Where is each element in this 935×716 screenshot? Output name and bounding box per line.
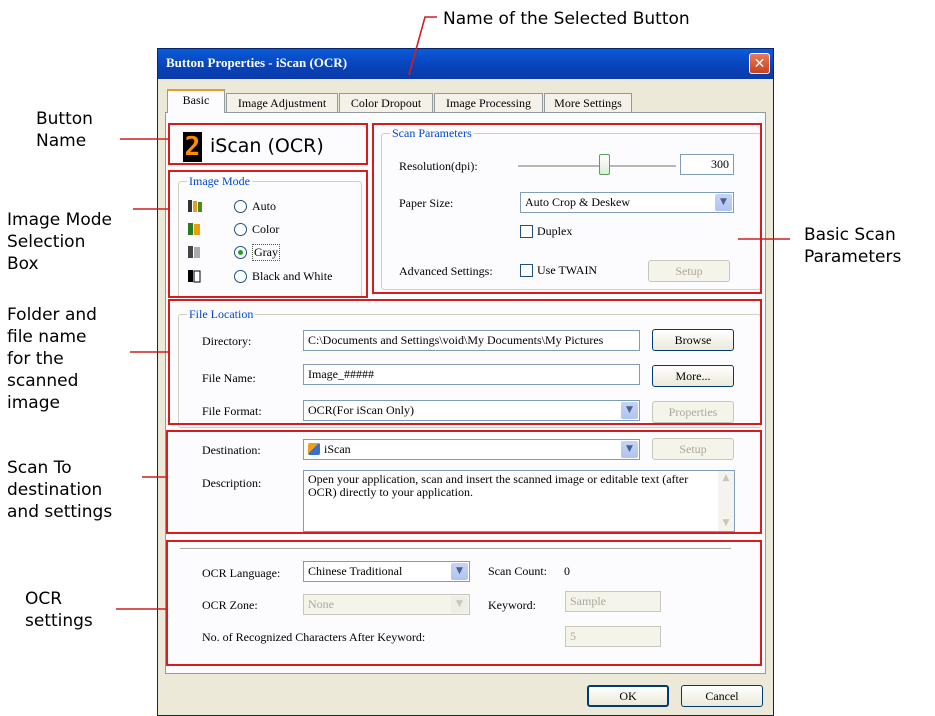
resolution-input[interactable]: 300 [680, 154, 734, 175]
browse-button[interactable]: Browse [652, 329, 734, 351]
radio-gray-label[interactable]: Gray [252, 244, 280, 261]
scroll-down-icon[interactable]: ▼ [718, 516, 734, 531]
radio-auto[interactable] [234, 200, 247, 213]
radio-color[interactable] [234, 223, 247, 236]
tab-more-settings[interactable]: More Settings [544, 93, 632, 112]
color-mode-icon [188, 222, 202, 236]
properties-button[interactable]: Properties [652, 401, 734, 423]
ocr-language-label: OCR Language: [202, 566, 281, 580]
description-text: Open your application, scan and insert t… [308, 472, 689, 499]
chevron-down-icon[interactable]: ▼ [715, 194, 732, 211]
chevron-down-icon[interactable]: ▼ [621, 402, 638, 419]
scroll-up-icon[interactable]: ▲ [718, 471, 734, 486]
tab-image-processing[interactable]: Image Processing [434, 93, 543, 112]
bw-mode-icon [188, 269, 202, 283]
annotation-button-name: Button Name [36, 109, 93, 151]
resolution-slider-thumb[interactable] [598, 154, 610, 175]
destination-dropdown[interactable]: iScan ▼ [303, 439, 640, 460]
radio-black-and-white[interactable] [234, 270, 247, 283]
use-twain-label[interactable]: Use TWAIN [537, 263, 597, 278]
paper-size-dropdown[interactable]: Auto Crop & Deskew ▼ [520, 192, 734, 213]
scan-count-label: Scan Count: [488, 564, 547, 578]
ocr-zone-value: None [308, 597, 334, 611]
annotation-basic-scan-parameters: Basic Scan Parameters [804, 225, 902, 267]
iscan-app-icon [308, 443, 320, 455]
keyword-label: Keyword: [488, 598, 536, 612]
description-scrollbar[interactable]: ▲ ▼ [718, 471, 734, 531]
paper-size-value: Auto Crop & Deskew [525, 195, 630, 209]
radio-auto-label[interactable]: Auto [252, 199, 276, 214]
file-name-input[interactable]: Image_##### [303, 364, 640, 385]
more-button[interactable]: More... [652, 365, 734, 387]
annotation-image-mode-box: Image Mode Selection Box [7, 210, 112, 274]
button-name-label: iScan (OCR) [210, 135, 324, 157]
advanced-settings-label: Advanced Settings: [399, 264, 493, 278]
chars-after-keyword-input[interactable]: 5 [565, 626, 661, 647]
image-mode-legend: Image Mode [187, 174, 252, 189]
file-format-value: OCR(For iScan Only) [308, 403, 414, 417]
chevron-down-icon[interactable]: ▼ [451, 563, 468, 580]
annotation-scan-to: Scan To destination and settings [7, 458, 113, 522]
ok-button[interactable]: OK [587, 685, 669, 707]
file-location-legend: File Location [187, 307, 256, 322]
destination-value: iScan [324, 442, 351, 456]
ocr-zone-dropdown[interactable]: None ▼ [303, 594, 470, 615]
directory-label: Directory: [202, 334, 252, 348]
cancel-button[interactable]: Cancel [681, 685, 763, 707]
annotation-selected-button-name: Name of the Selected Button [443, 9, 690, 29]
description-label: Description: [202, 476, 262, 490]
ocr-separator [180, 548, 731, 550]
gray-mode-icon [188, 245, 202, 259]
ocr-zone-label: OCR Zone: [202, 598, 258, 612]
use-twain-checkbox[interactable] [520, 264, 533, 277]
twain-setup-button[interactable]: Setup [648, 260, 730, 282]
duplex-checkbox[interactable] [520, 225, 533, 238]
scan-count-value: 0 [564, 564, 570, 578]
auto-mode-icon [188, 199, 202, 213]
file-name-label: File Name: [202, 371, 256, 385]
keyword-input[interactable]: Sample [565, 591, 661, 612]
tab-basic[interactable]: Basic [167, 89, 225, 113]
annotation-folder-file-name: Folder and file name for the scanned ima… [7, 305, 97, 413]
file-format-label: File Format: [202, 404, 262, 418]
chevron-down-icon[interactable]: ▼ [451, 596, 468, 613]
button-number-display: 2 [183, 132, 202, 162]
directory-input[interactable]: C:\Documents and Settings\void\My Docume… [303, 330, 640, 351]
chevron-down-icon[interactable]: ▼ [621, 441, 638, 458]
resolution-slider-track[interactable] [518, 165, 676, 168]
chars-after-keyword-label: No. of Recognized Characters After Keywo… [202, 630, 426, 644]
description-textarea[interactable]: Open your application, scan and insert t… [303, 470, 735, 532]
radio-gray[interactable] [234, 246, 247, 259]
title-bar[interactable]: Button Properties - iScan (OCR) ✕ [158, 49, 773, 79]
destination-setup-button[interactable]: Setup [652, 438, 734, 460]
destination-label: Destination: [202, 443, 261, 457]
close-button[interactable]: ✕ [749, 53, 770, 74]
ocr-language-dropdown[interactable]: Chinese Traditional ▼ [303, 561, 470, 582]
button-properties-dialog: Button Properties - iScan (OCR) ✕ Basic … [157, 48, 774, 716]
resolution-label: Resolution(dpi): [399, 159, 478, 173]
radio-color-label[interactable]: Color [252, 222, 279, 237]
ocr-language-value: Chinese Traditional [308, 564, 403, 578]
dialog-title: Button Properties - iScan (OCR) [166, 55, 348, 70]
paper-size-label: Paper Size: [399, 196, 454, 210]
duplex-label[interactable]: Duplex [537, 224, 572, 239]
radio-black-and-white-label[interactable]: Black and White [252, 269, 332, 284]
tab-image-adjustment[interactable]: Image Adjustment [226, 93, 338, 112]
annotation-ocr-settings: OCR settings [25, 589, 93, 631]
tab-color-dropout[interactable]: Color Dropout [339, 93, 433, 112]
scan-parameters-legend: Scan Parameters [390, 126, 474, 141]
file-format-dropdown[interactable]: OCR(For iScan Only) ▼ [303, 400, 640, 421]
